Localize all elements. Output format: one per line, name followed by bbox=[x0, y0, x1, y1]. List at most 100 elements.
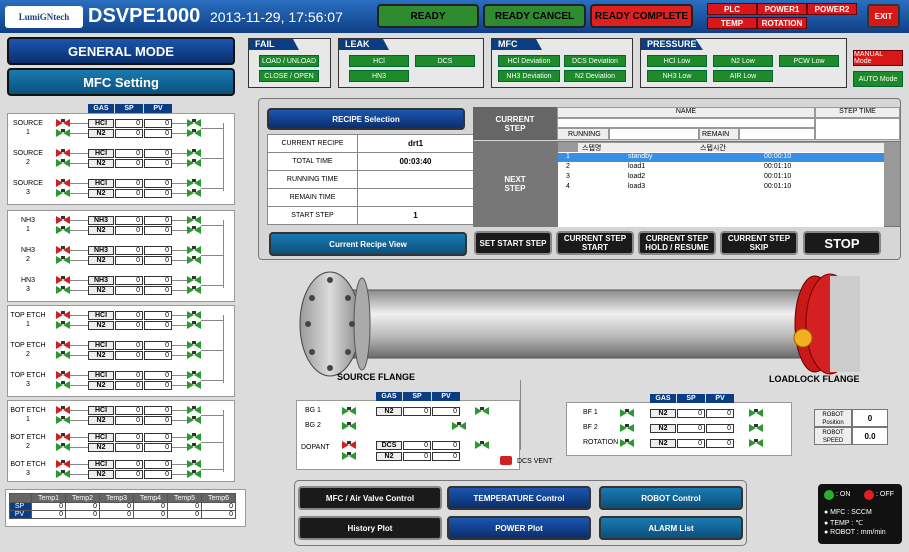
step-row[interactable]: 2 load1 00:01:10 bbox=[558, 163, 884, 172]
valve-icon[interactable] bbox=[56, 351, 70, 359]
valve-icon[interactable] bbox=[187, 371, 201, 379]
valve-icon[interactable] bbox=[452, 422, 466, 430]
valve-icon[interactable] bbox=[56, 460, 70, 468]
current-step-start-button[interactable]: CURRENT STEP START bbox=[556, 231, 634, 255]
valve-icon[interactable] bbox=[187, 321, 201, 329]
stop-button[interactable]: STOP bbox=[803, 231, 881, 255]
valve-icon[interactable] bbox=[56, 276, 70, 284]
valve-icon[interactable] bbox=[475, 441, 489, 449]
sp-value[interactable]: 0 bbox=[115, 321, 143, 330]
sp-value[interactable]: 0 bbox=[115, 406, 143, 415]
valve-icon[interactable] bbox=[187, 406, 201, 414]
valve-icon[interactable] bbox=[56, 246, 70, 254]
valve-icon[interactable] bbox=[56, 179, 70, 187]
sp-value[interactable]: 0 bbox=[115, 351, 143, 360]
valve-icon[interactable] bbox=[187, 129, 201, 137]
valve-icon[interactable] bbox=[56, 470, 70, 478]
valve-icon[interactable] bbox=[56, 149, 70, 157]
history-plot-button[interactable]: History Plot bbox=[298, 516, 442, 540]
temp-sp-value[interactable]: 0 bbox=[201, 502, 236, 511]
valve-icon[interactable] bbox=[56, 256, 70, 264]
valve-icon[interactable] bbox=[56, 159, 70, 167]
valve-icon[interactable] bbox=[187, 189, 201, 197]
recipe-selection-button[interactable]: RECIPE Selection bbox=[267, 108, 465, 130]
valve-icon[interactable] bbox=[56, 416, 70, 424]
sp-value[interactable]: 0 bbox=[115, 381, 143, 390]
current-recipe-view-button[interactable]: Current Recipe View bbox=[269, 232, 467, 256]
robot-control-button[interactable]: ROBOT Control bbox=[599, 486, 743, 510]
sp-value[interactable]: 0 bbox=[115, 470, 143, 479]
valve-icon[interactable] bbox=[187, 443, 201, 451]
sp-value[interactable]: 0 bbox=[115, 433, 143, 442]
valve-icon[interactable] bbox=[342, 452, 356, 460]
valve-icon[interactable] bbox=[187, 351, 201, 359]
sp-value[interactable]: 0 bbox=[677, 439, 705, 448]
set-start-step-button[interactable]: SET START STEP bbox=[474, 231, 552, 255]
sp-value[interactable]: 0 bbox=[115, 256, 143, 265]
valve-icon[interactable] bbox=[475, 407, 489, 415]
valve-icon[interactable] bbox=[56, 286, 70, 294]
dcs-vent-valve-icon[interactable] bbox=[500, 456, 512, 465]
valve-icon[interactable] bbox=[187, 460, 201, 468]
sp-value[interactable]: 0 bbox=[115, 443, 143, 452]
valve-icon[interactable] bbox=[187, 286, 201, 294]
valve-icon[interactable] bbox=[749, 409, 763, 417]
sp-value[interactable]: 0 bbox=[115, 226, 143, 235]
valve-icon[interactable] bbox=[56, 433, 70, 441]
valve-icon[interactable] bbox=[187, 119, 201, 127]
sp-value[interactable]: 0 bbox=[115, 371, 143, 380]
valve-icon[interactable] bbox=[56, 311, 70, 319]
valve-icon[interactable] bbox=[187, 381, 201, 389]
manual-mode-button[interactable]: MANUAL Mode bbox=[853, 50, 903, 66]
current-step-hold-resume-button[interactable]: CURRENT STEP HOLD / RESUME bbox=[638, 231, 716, 255]
valve-icon[interactable] bbox=[620, 439, 634, 447]
valve-icon[interactable] bbox=[187, 276, 201, 284]
exit-button[interactable]: EXIT bbox=[867, 4, 900, 28]
valve-icon[interactable] bbox=[56, 406, 70, 414]
step-row[interactable]: 4 load3 00:01:10 bbox=[558, 183, 884, 192]
valve-icon[interactable] bbox=[342, 422, 356, 430]
valve-icon[interactable] bbox=[56, 443, 70, 451]
valve-icon[interactable] bbox=[56, 189, 70, 197]
valve-icon[interactable] bbox=[56, 119, 70, 127]
valve-icon[interactable] bbox=[187, 149, 201, 157]
valve-icon[interactable] bbox=[187, 470, 201, 478]
sp-value[interactable]: 0 bbox=[115, 119, 143, 128]
valve-icon[interactable] bbox=[187, 179, 201, 187]
ready-cancel-button[interactable]: READY CANCEL bbox=[483, 4, 586, 28]
valve-icon[interactable] bbox=[56, 371, 70, 379]
valve-icon[interactable] bbox=[187, 416, 201, 424]
valve-icon[interactable] bbox=[187, 256, 201, 264]
sp-value[interactable]: 0 bbox=[115, 189, 143, 198]
valve-icon[interactable] bbox=[342, 407, 356, 415]
sp-value[interactable]: 0 bbox=[115, 286, 143, 295]
sp-value[interactable]: 0 bbox=[115, 460, 143, 469]
valve-icon[interactable] bbox=[187, 433, 201, 441]
valve-icon[interactable] bbox=[56, 321, 70, 329]
valve-icon[interactable] bbox=[56, 226, 70, 234]
start-step-value[interactable]: 1 bbox=[357, 206, 474, 225]
valve-icon[interactable] bbox=[749, 439, 763, 447]
sp-value[interactable]: 0 bbox=[115, 341, 143, 350]
current-step-skip-button[interactable]: CURRENT STEP SKIP bbox=[720, 231, 798, 255]
sp-value[interactable]: 0 bbox=[115, 416, 143, 425]
sp-value[interactable]: 0 bbox=[115, 129, 143, 138]
sp-value[interactable]: 0 bbox=[115, 246, 143, 255]
valve-icon[interactable] bbox=[187, 311, 201, 319]
temp-sp-value[interactable]: 0 bbox=[99, 502, 134, 511]
ready-complete-button[interactable]: READY COMPLETE bbox=[590, 4, 693, 28]
ready-button[interactable]: READY bbox=[377, 4, 479, 28]
sp-value[interactable]: 0 bbox=[677, 424, 705, 433]
sp-value[interactable]: 0 bbox=[115, 179, 143, 188]
valve-icon[interactable] bbox=[620, 424, 634, 432]
temp-sp-value[interactable]: 0 bbox=[133, 502, 168, 511]
valve-icon[interactable] bbox=[56, 341, 70, 349]
valve-icon[interactable] bbox=[187, 216, 201, 224]
step-row[interactable]: 1 standby 00:00:10 bbox=[558, 153, 884, 162]
sp-value[interactable]: 0 bbox=[115, 149, 143, 158]
sp-value[interactable]: 0 bbox=[115, 159, 143, 168]
temp-sp-value[interactable]: 0 bbox=[31, 502, 66, 511]
robot-speed-value[interactable]: 0.0 bbox=[852, 427, 888, 445]
valve-icon[interactable] bbox=[187, 341, 201, 349]
valve-icon[interactable] bbox=[56, 381, 70, 389]
